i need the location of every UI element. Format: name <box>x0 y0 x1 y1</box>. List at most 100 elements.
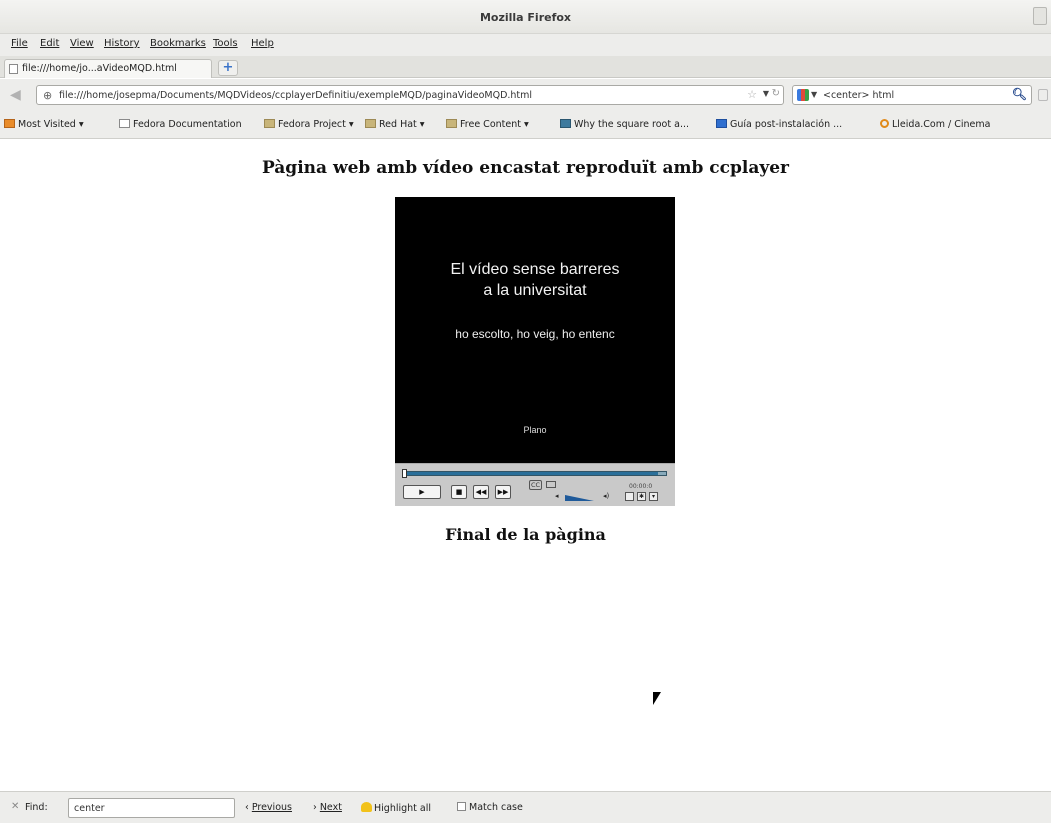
menu-edit[interactable]: Edit <box>40 38 59 49</box>
bookmark-most-visited[interactable]: Most Visited ▾ <box>4 119 84 130</box>
bookmark-label: Why the square root a... <box>574 119 689 130</box>
url-history-dropdown-icon[interactable]: ▼ <box>763 89 769 98</box>
toolbar-overflow-button[interactable] <box>1038 89 1048 101</box>
back-button[interactable]: ◀ <box>10 85 30 105</box>
stop-button[interactable]: ■ <box>451 485 467 499</box>
video-caption-title: El vídeo sense barreres a la universitat <box>395 259 675 301</box>
video-screen[interactable]: El vídeo sense barreres a la universitat… <box>395 197 675 463</box>
rewind-button[interactable]: ◀◀ <box>473 485 489 499</box>
video-caption-shot: Plano <box>523 425 547 435</box>
bookmark-fedora-documentation[interactable]: Fedora Documentation <box>119 119 242 130</box>
bookmark-star-icon[interactable]: ☆ <box>747 88 757 101</box>
find-next-label: Next <box>319 802 342 813</box>
tab-label: file:///home/jo...aVideoMQD.html <box>22 63 177 74</box>
navigation-toolbar: ◀ ⊕ ☆ ▼ ↻ ▼ 🔍︎ <box>0 79 1051 111</box>
menu-help-label: Help <box>251 38 274 49</box>
audio-description-button[interactable] <box>546 481 556 488</box>
menu-tools-label: Tools <box>213 38 238 49</box>
menu-edit-label: Edit <box>40 38 60 49</box>
bookmark-lleida-cinema[interactable]: Lleida.Com / Cinema <box>880 119 990 130</box>
orange-folder-icon <box>4 119 15 128</box>
bookmark-guia-post-instalacion[interactable]: Guía post-instalación ... <box>716 119 842 130</box>
chevron-right-icon: › <box>313 802 320 813</box>
volume-level <box>565 495 594 501</box>
find-next-button[interactable]: › Next <box>313 802 342 813</box>
bookmark-label: Most Visited <box>18 119 76 130</box>
menu-bookmarks[interactable]: Bookmarks <box>150 38 206 49</box>
video-progress-bar[interactable] <box>402 469 667 478</box>
window-titlebar: Mozilla Firefox <box>0 0 1051 34</box>
folder-icon <box>446 119 457 128</box>
match-case-label: Match case <box>469 802 523 813</box>
menu-view-label: View <box>70 38 94 49</box>
volume-high-icon[interactable]: ◂) <box>603 492 609 500</box>
chevron-left-icon: ‹ <box>245 802 252 813</box>
video-progress-thumb[interactable] <box>402 469 407 478</box>
highlight-all-label: Highlight all <box>374 803 432 814</box>
window-title: Mozilla Firefox <box>479 11 572 24</box>
video-time: 00:00:0 <box>629 483 653 490</box>
search-bar[interactable]: ▼ 🔍︎ <box>792 85 1032 105</box>
book-icon <box>560 119 571 128</box>
search-engine-dropdown-icon[interactable]: ▼ <box>811 90 817 99</box>
find-input[interactable] <box>68 798 235 818</box>
bookmark-label: Fedora Documentation <box>133 119 242 130</box>
site-identity-icon[interactable]: ⊕ <box>43 89 52 102</box>
find-label: Find: <box>25 802 48 813</box>
page-favicon-icon <box>9 64 18 74</box>
tab-active[interactable]: file:///home/jo...aVideoMQD.html <box>4 59 212 78</box>
match-case-checkbox[interactable]: Match case <box>457 802 523 813</box>
subtitle-settings-button[interactable] <box>625 492 634 501</box>
menu-file[interactable]: File <box>11 38 28 49</box>
menu-file-label: File <box>11 38 28 49</box>
bookmark-red-hat[interactable]: Red Hat ▾ <box>365 119 425 130</box>
volume-low-icon[interactable]: ◂ <box>555 492 559 500</box>
page-title: Pàgina web amb vídeo encastat reproduït … <box>261 158 790 178</box>
page-icon <box>119 119 130 128</box>
chevron-down-icon: ▾ <box>520 119 529 130</box>
menu-tools[interactable]: Tools <box>213 38 238 49</box>
find-bar: ✕ Find: ‹ Previous › Next Highlight all … <box>0 791 1051 823</box>
reload-icon[interactable]: ↻ <box>772 88 780 99</box>
highlight-all-button[interactable]: Highlight all <box>361 802 431 814</box>
search-engine-icon[interactable] <box>797 89 809 101</box>
checkbox-icon <box>457 802 466 811</box>
chevron-down-icon: ▾ <box>416 119 425 130</box>
captions-button[interactable]: CC <box>529 480 543 490</box>
video-caption-line2: a la universitat <box>483 282 587 299</box>
close-find-bar-icon[interactable]: ✕ <box>11 801 19 812</box>
fast-forward-button[interactable]: ▶▶ <box>495 485 511 499</box>
blue-page-icon <box>716 119 727 128</box>
bookmark-label: Guía post-instalación ... <box>730 119 843 130</box>
url-bar[interactable]: ⊕ ☆ ▼ ↻ <box>36 85 784 105</box>
bookmark-label: Fedora Project <box>278 119 346 130</box>
search-input[interactable] <box>823 88 1003 102</box>
bookmark-fedora-project[interactable]: Fedora Project ▾ <box>264 119 354 130</box>
bookmark-label: Lleida.Com / Cinema <box>892 119 991 130</box>
tab-bar: file:///home/jo...aVideoMQD.html + <box>0 56 1051 78</box>
mouse-cursor-icon <box>653 692 661 705</box>
play-button[interactable]: ▶ <box>403 485 441 499</box>
window-control-button[interactable] <box>1033 7 1047 25</box>
new-tab-button[interactable]: + <box>218 60 238 76</box>
url-input[interactable] <box>59 88 749 102</box>
fullscreen-button[interactable]: ▾ <box>649 492 658 501</box>
menu-help[interactable]: Help <box>251 38 274 49</box>
bookmark-label: Red Hat <box>379 119 417 130</box>
find-previous-button[interactable]: ‹ Previous <box>245 802 292 813</box>
search-icon[interactable]: 🔍︎ <box>1012 87 1027 101</box>
menu-history[interactable]: History <box>104 38 140 49</box>
settings-button[interactable]: ✱ <box>637 492 646 501</box>
menu-history-label: History <box>104 38 140 49</box>
volume-slider[interactable] <box>565 493 601 501</box>
menu-view[interactable]: View <box>70 38 94 49</box>
bookmarks-toolbar: Most Visited ▾ Fedora Documentation Fedo… <box>0 111 1051 139</box>
bookmark-free-content[interactable]: Free Content ▾ <box>446 119 529 130</box>
bookmark-why-square-root[interactable]: Why the square root a... <box>560 119 689 130</box>
menu-bar: File Edit View History Bookmarks Tools H… <box>0 34 1051 56</box>
folder-icon <box>264 119 275 128</box>
video-caption-line1: El vídeo sense barreres <box>450 261 620 278</box>
highlighter-icon <box>361 802 372 812</box>
page-content: Pàgina web amb vídeo encastat reproduït … <box>0 139 1051 791</box>
video-progress-fill <box>404 472 659 475</box>
